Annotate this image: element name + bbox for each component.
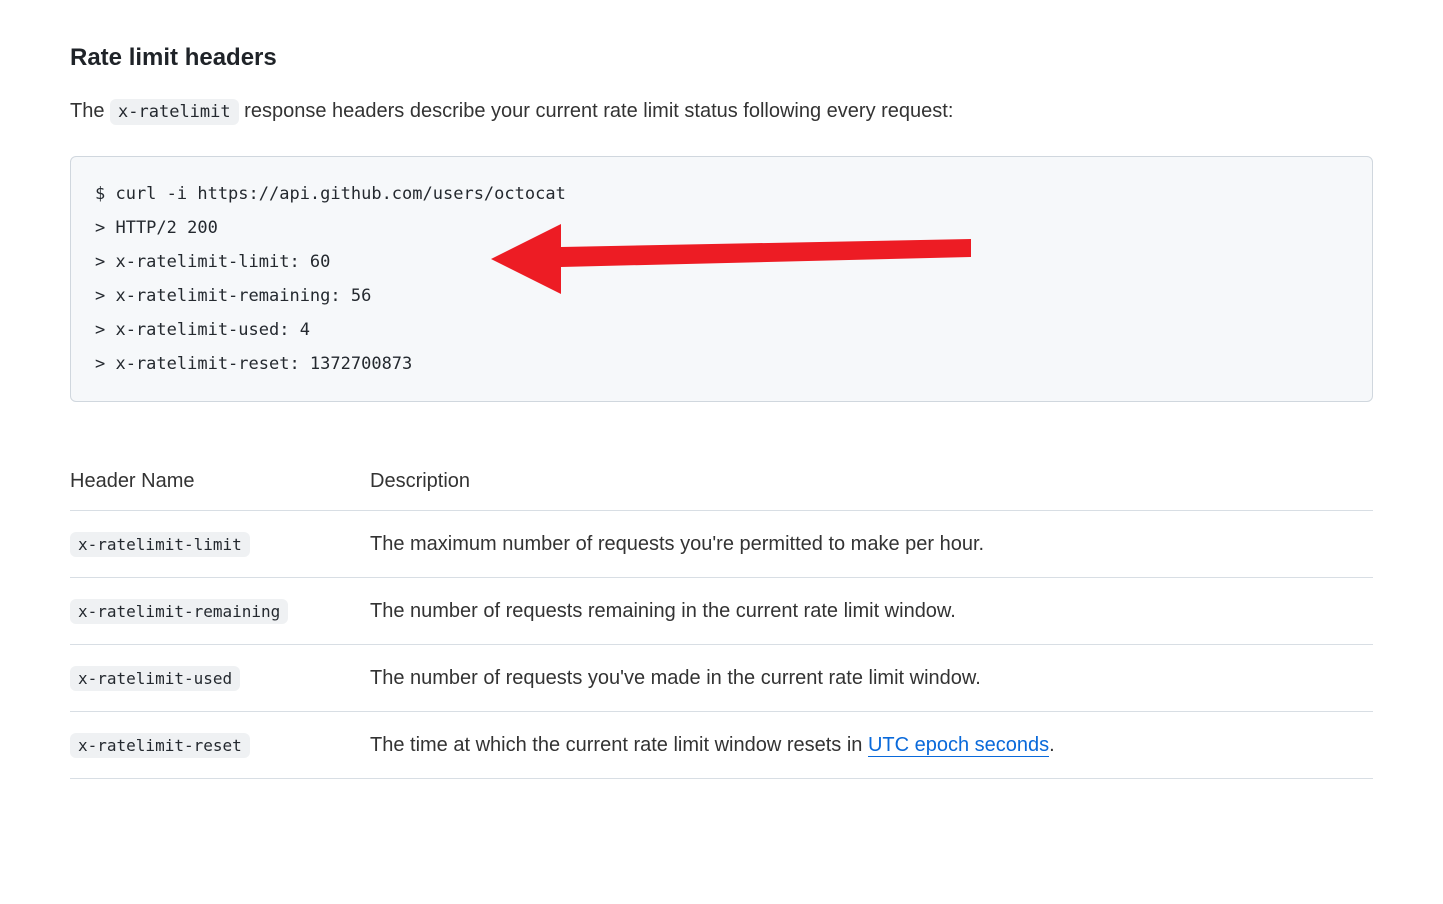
section-heading: Rate limit headers — [70, 40, 1373, 76]
table-header-name: Header Name — [70, 452, 370, 511]
table-header-description: Description — [370, 452, 1373, 511]
header-name-code: x-ratelimit-used — [70, 666, 240, 691]
code-line: > HTTP/2 200 — [95, 211, 1348, 245]
headers-table: Header Name Description x-ratelimit-limi… — [70, 452, 1373, 779]
code-block: $ curl -i https://api.github.com/users/o… — [70, 156, 1373, 402]
code-line: $ curl -i https://api.github.com/users/o… — [95, 177, 1348, 211]
intro-prefix: The — [70, 100, 110, 122]
table-row: x-ratelimit-remaining The number of requ… — [70, 578, 1373, 645]
desc-suffix: . — [1049, 734, 1055, 756]
desc-prefix: The time at which the current rate limit… — [370, 734, 868, 756]
code-line: > x-ratelimit-reset: 1372700873 — [95, 347, 1348, 381]
header-description: The maximum number of requests you're pe… — [370, 511, 1373, 578]
table-row: x-ratelimit-reset The time at which the … — [70, 712, 1373, 779]
code-line: > x-ratelimit-remaining: 56 — [95, 279, 1348, 313]
code-line: > x-ratelimit-limit: 60 — [95, 245, 1348, 279]
header-name-code: x-ratelimit-remaining — [70, 599, 288, 624]
table-row: x-ratelimit-used The number of requests … — [70, 645, 1373, 712]
intro-inline-code: x-ratelimit — [110, 99, 239, 125]
header-name-code: x-ratelimit-reset — [70, 733, 250, 758]
intro-paragraph: The x-ratelimit response headers describ… — [70, 96, 1373, 126]
header-description: The time at which the current rate limit… — [370, 712, 1373, 779]
intro-suffix: response headers describe your current r… — [239, 100, 954, 122]
header-description: The number of requests remaining in the … — [370, 578, 1373, 645]
code-line: > x-ratelimit-used: 4 — [95, 313, 1348, 347]
header-description: The number of requests you've made in th… — [370, 645, 1373, 712]
header-name-code: x-ratelimit-limit — [70, 532, 250, 557]
utc-epoch-link[interactable]: UTC epoch seconds — [868, 734, 1049, 757]
table-row: x-ratelimit-limit The maximum number of … — [70, 511, 1373, 578]
